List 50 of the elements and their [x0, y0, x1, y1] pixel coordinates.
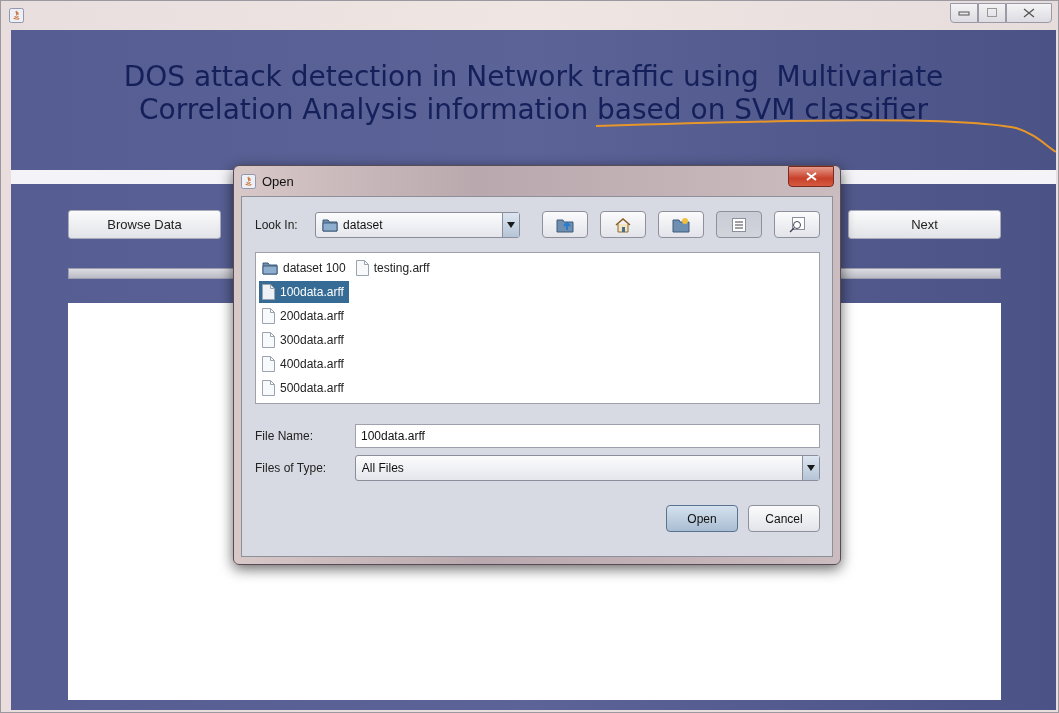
- close-icon: [1023, 7, 1035, 18]
- toolbar-button[interactable]: [774, 211, 820, 238]
- file-icon: [262, 332, 275, 348]
- file-type-dropdown[interactable]: All Files: [354, 455, 820, 481]
- app-icon: [241, 173, 256, 189]
- file-icon: [262, 356, 275, 372]
- maximize-icon: [987, 8, 997, 17]
- file-list-item[interactable]: 400data.arff: [259, 353, 349, 375]
- dropdown-arrow-icon: [807, 465, 815, 471]
- file-list-item[interactable]: 300data.arff: [259, 329, 349, 351]
- file-icon: [355, 260, 369, 276]
- toolbar-button[interactable]: [542, 211, 588, 238]
- toolbar-button[interactable]: [658, 211, 704, 238]
- action-button[interactable]: Next: [848, 210, 1001, 239]
- dropdown-arrow-icon: [507, 221, 515, 228]
- folder-icon: [262, 261, 278, 275]
- maximize-button[interactable]: [978, 2, 1006, 23]
- list-view-icon: [732, 217, 746, 232]
- details-view-icon: [789, 216, 805, 233]
- field-label: File Name:: [255, 429, 314, 443]
- folder-up-icon: [556, 216, 574, 233]
- file-list-item[interactable]: 100data.arff: [259, 281, 349, 303]
- close-button[interactable]: [788, 166, 834, 187]
- folder-icon: [322, 217, 339, 232]
- field-label: Look In:: [255, 217, 299, 232]
- dialog-button[interactable]: Cancel: [748, 505, 820, 532]
- dialog-title: Open: [262, 173, 294, 189]
- file-name-field[interactable]: 100data.arff: [355, 424, 820, 448]
- file-list-item[interactable]: 500data.arff: [259, 377, 349, 399]
- app-title: DOS attack detection in Network traffic using Multivariate: [123, 60, 944, 93]
- file-icon: [262, 380, 275, 396]
- file-list-item[interactable]: dataset 100: [259, 257, 349, 279]
- file-icon: [262, 308, 275, 324]
- file-list-item[interactable]: 200data.arff: [259, 305, 349, 327]
- close-icon: [805, 172, 817, 181]
- app-title: Correlation Analysis information based on SVM classifier: [139, 93, 928, 126]
- new-folder-icon: [672, 216, 690, 233]
- file-list-item[interactable]: testing.arff: [352, 257, 433, 279]
- file-icon: [262, 284, 275, 300]
- minimize-button[interactable]: [950, 2, 978, 23]
- minimize-icon: [958, 9, 970, 16]
- action-button[interactable]: Browse Data: [68, 210, 221, 239]
- dialog-button[interactable]: Open: [666, 505, 738, 532]
- close-button[interactable]: [1006, 2, 1052, 23]
- home-icon: [614, 216, 632, 233]
- toolbar-button[interactable]: [716, 211, 762, 238]
- look-in-dropdown[interactable]: dataset: [315, 211, 520, 238]
- app-icon: [9, 8, 24, 23]
- field-label: Files of Type:: [255, 461, 328, 475]
- toolbar-button[interactable]: [600, 211, 646, 238]
